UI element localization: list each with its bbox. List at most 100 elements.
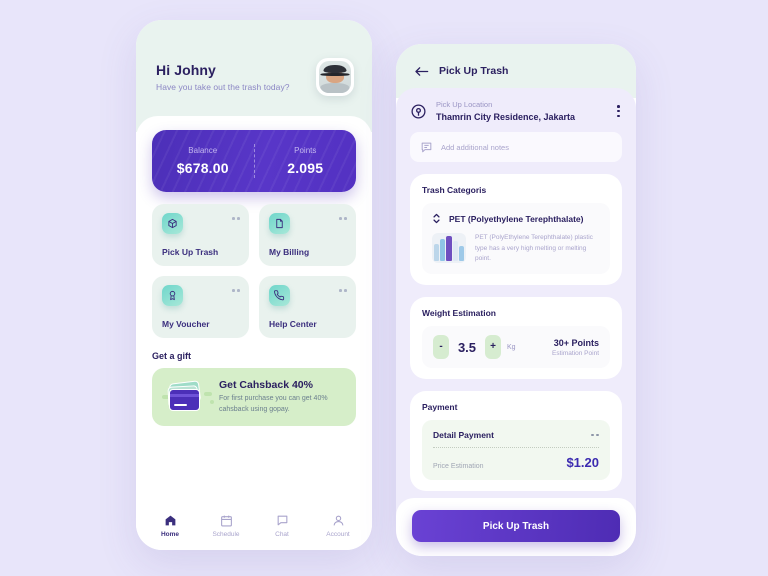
nav-item-account[interactable]: Account <box>310 514 366 538</box>
detail-phone-frame: Pick Up Trash Pick Up Location Thamrin C… <box>396 44 636 556</box>
pickup-location-text: Pick Up Location Thamrin City Residence,… <box>436 100 575 122</box>
nav-label: Account <box>326 531 350 538</box>
payment-card[interactable]: Detail Payment Price Estimation $1.20 <box>422 420 610 481</box>
trash-category-card[interactable]: PET (Polyethylene Terephthalate) PET (Po… <box>422 203 610 275</box>
menu-card-my-billing[interactable]: My Billing <box>259 204 356 266</box>
weight-increment-button[interactable]: + <box>485 335 501 360</box>
nav-item-chat[interactable]: Chat <box>254 514 310 538</box>
trash-category-body: PET (PolyEthylene Terephthalate) plastic… <box>432 233 600 265</box>
cashback-banner[interactable]: Get Cahsback 40% For first purchase you … <box>152 368 356 426</box>
avatar-body <box>320 82 350 93</box>
trash-category-header: PET (Polyethylene Terephthalate) <box>432 212 600 225</box>
more-dots-icon[interactable] <box>339 289 347 292</box>
cashback-description: For first purchase you can get 40% cahsb… <box>219 395 328 413</box>
weight-decrement-button[interactable]: - <box>433 335 449 360</box>
decor-dash <box>204 392 212 396</box>
pickup-location-value: Thamrin City Residence, Jakarta <box>436 112 576 122</box>
balance-label: Balance <box>188 146 218 155</box>
chat-icon <box>277 515 287 526</box>
estimation-points-label: Estimation Point <box>552 349 599 357</box>
decor-dot <box>210 400 214 404</box>
more-dots-icon[interactable] <box>339 217 347 220</box>
balance-column: Balance $678.00 <box>152 146 254 176</box>
menu-label: Pick Up Trash <box>162 247 219 257</box>
gift-section-title: Get a gift <box>152 351 192 361</box>
detail-payment-label: Detail Payment <box>433 430 494 441</box>
bottle <box>440 239 445 261</box>
pick-up-trash-button[interactable]: Pick Up Trash <box>412 510 620 542</box>
avatar-image <box>319 61 351 93</box>
payment-title: Payment <box>422 402 458 413</box>
home-icon <box>165 515 175 526</box>
estimation-points: 30+ Points Estimation Point <box>552 338 599 357</box>
pickup-location-row[interactable]: Pick Up Location Thamrin City Residence,… <box>410 100 622 122</box>
trash-category-description: PET (PolyEthylene Terephthalate) plastic… <box>475 234 593 263</box>
nav-item-schedule[interactable]: Schedule <box>198 514 254 538</box>
pickup-location-label: Pick Up Location <box>436 100 493 109</box>
weight-value: 3.5 <box>457 339 477 355</box>
weight-estimation-card: - 3.5 + Kg 30+ Points Estimation Point <box>422 326 610 369</box>
menu-label: My Voucher <box>162 319 210 329</box>
payment-header: Detail Payment <box>433 430 599 440</box>
detail-content: Pick Up Location Thamrin City Residence,… <box>396 88 636 546</box>
points-column: Points 2.095 <box>255 146 357 176</box>
bottle <box>459 246 464 261</box>
nav-item-home[interactable]: Home <box>142 514 198 538</box>
points-value: 2.095 <box>287 160 324 176</box>
weight-unit: Kg <box>507 343 516 351</box>
cta-container: Pick Up Trash <box>396 498 636 556</box>
weight-estimation-title: Weight Estimation <box>422 308 496 319</box>
bottle <box>446 236 452 261</box>
bottle <box>453 241 458 261</box>
detail-page-title: Pick Up Trash <box>439 65 509 77</box>
balance-card[interactable]: Balance $678.00 Points 2.095 <box>152 130 356 192</box>
home-phone-frame: Hi Johny Have you take out the trash tod… <box>136 20 372 550</box>
weight-stepper: - 3.5 + <box>433 335 501 360</box>
payment-panel: Payment Detail Payment Price Estimation … <box>410 391 622 492</box>
card-front <box>169 389 200 411</box>
nav-label: Home <box>160 531 180 538</box>
menu-label: Help Center <box>269 319 317 329</box>
arrow-left-icon[interactable] <box>414 66 429 77</box>
cashback-text: Get Cahsback 40% For first purchase you … <box>219 379 346 415</box>
payment-price-row: Price Estimation $1.20 <box>433 455 599 470</box>
avatar[interactable] <box>316 58 354 96</box>
estimation-points-value: 30+ Points <box>553 337 599 348</box>
updown-chevron-icon[interactable] <box>432 212 441 225</box>
more-dots-icon[interactable] <box>232 289 240 292</box>
more-dots-icon[interactable] <box>232 217 240 220</box>
bottle <box>434 244 439 261</box>
menu-card-my-voucher[interactable]: My Voucher <box>152 276 249 338</box>
trash-category-panel: Trash Categoris PET (Polyethylene Tereph… <box>410 174 622 286</box>
phone-icon <box>269 285 290 306</box>
notes-input[interactable]: Add additional notes <box>410 132 622 162</box>
price-estimation-label: Price Estimation <box>433 463 484 471</box>
avatar-cap <box>320 64 350 77</box>
menu-card-help-center[interactable]: Help Center <box>259 276 356 338</box>
location-pin-icon <box>411 103 426 119</box>
trash-category-name: PET (Polyethylene Terephthalate) <box>449 213 584 224</box>
notes-placeholder: Add additional notes <box>441 142 509 152</box>
kebab-menu-icon[interactable] <box>617 105 620 118</box>
trash-category-title: Trash Categoris <box>422 185 487 195</box>
nav-label: Chat <box>275 531 289 538</box>
calendar-icon <box>220 515 232 527</box>
points-label: Points <box>294 146 317 155</box>
nav-label: Schedule <box>212 531 240 538</box>
price-estimation-value: $1.20 <box>566 455 599 471</box>
more-dots-icon[interactable] <box>591 433 599 437</box>
award-icon <box>162 285 183 306</box>
home-content: Balance $678.00 Points 2.095 Pick Up Tra… <box>136 116 372 550</box>
weight-estimation-panel: Weight Estimation - 3.5 + Kg 30+ Points … <box>410 297 622 380</box>
credit-cards-icon <box>162 378 214 416</box>
plastic-bottles-icon <box>432 233 466 263</box>
note-icon <box>421 142 432 152</box>
menu-label: My Billing <box>269 247 310 257</box>
cashback-title: Get Cahsback 40% <box>219 379 313 391</box>
box-icon <box>162 213 183 234</box>
menu-card-pick-up-trash[interactable]: Pick Up Trash <box>152 204 249 266</box>
menu-grid: Pick Up Trash My Billing My Voucher Help… <box>152 204 356 338</box>
bottom-navigation: Home Schedule Chat Account <box>136 502 372 550</box>
document-icon <box>269 213 290 234</box>
balance-value: $678.00 <box>176 160 229 176</box>
